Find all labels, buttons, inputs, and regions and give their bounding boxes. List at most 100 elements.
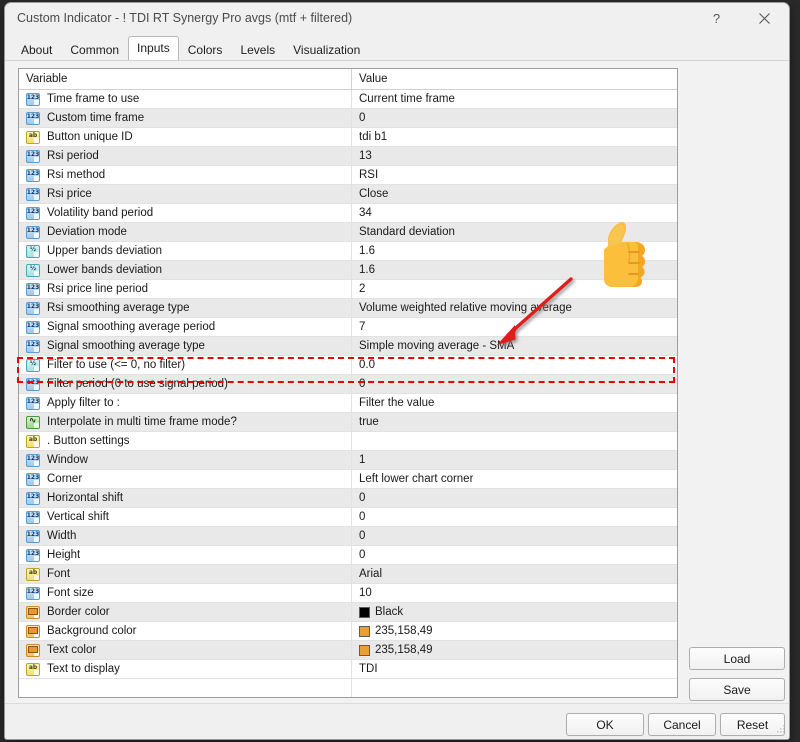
table-row[interactable]: 123 Corner Left lower chart corner: [19, 470, 677, 489]
variable-cell[interactable]: ½ Upper bands deviation: [19, 242, 352, 260]
variable-cell[interactable]: 123 Deviation mode: [19, 223, 352, 241]
value-cell[interactable]: 0: [352, 109, 677, 127]
table-row[interactable]: 123 Window 1: [19, 451, 677, 470]
tab-colors[interactable]: Colors: [179, 39, 232, 61]
value-cell[interactable]: true: [352, 413, 677, 431]
table-row[interactable]: 123 Font size 10: [19, 584, 677, 603]
table-row[interactable]: 123 Custom time frame 0: [19, 109, 677, 128]
variable-cell[interactable]: 123 Filter period (0 to use signal period…: [19, 375, 352, 393]
value-cell[interactable]: [352, 432, 677, 450]
value-cell[interactable]: 7: [352, 318, 677, 336]
table-row[interactable]: Text color 235,158,49: [19, 641, 677, 660]
value-cell[interactable]: 0: [352, 508, 677, 526]
variable-cell[interactable]: 123 Signal smoothing average type: [19, 337, 352, 355]
value-cell[interactable]: 0: [352, 546, 677, 564]
variable-cell[interactable]: 123 Rsi price: [19, 185, 352, 203]
table-row[interactable]: 123 Deviation mode Standard deviation: [19, 223, 677, 242]
variable-cell[interactable]: ½ Lower bands deviation: [19, 261, 352, 279]
variable-cell[interactable]: 123 Time frame to use: [19, 90, 352, 108]
value-cell[interactable]: 34: [352, 204, 677, 222]
variable-cell[interactable]: ab Text to display: [19, 660, 352, 678]
table-row[interactable]: 123 Volatility band period 34: [19, 204, 677, 223]
variable-cell[interactable]: 123 Width: [19, 527, 352, 545]
value-cell[interactable]: Volume weighted relative moving average: [352, 299, 677, 317]
value-cell[interactable]: 13: [352, 147, 677, 165]
variable-cell[interactable]: 123 Apply filter to :: [19, 394, 352, 412]
value-cell[interactable]: 1.6: [352, 242, 677, 260]
tab-about[interactable]: About: [12, 39, 61, 61]
value-cell[interactable]: 1.6: [352, 261, 677, 279]
table-row[interactable]: 123 Height 0: [19, 546, 677, 565]
inputs-grid[interactable]: Variable Value 123 Time frame to use Current…: [18, 68, 678, 698]
value-cell[interactable]: Arial: [352, 565, 677, 583]
cancel-button[interactable]: Cancel: [648, 713, 716, 736]
save-button[interactable]: Save: [689, 678, 785, 701]
variable-cell[interactable]: 123 Rsi period: [19, 147, 352, 165]
value-cell[interactable]: RSI: [352, 166, 677, 184]
table-row[interactable]: Background color 235,158,49: [19, 622, 677, 641]
variable-cell[interactable]: ab Button unique ID: [19, 128, 352, 146]
value-cell[interactable]: 1: [352, 451, 677, 469]
close-button[interactable]: [742, 3, 787, 34]
variable-cell[interactable]: 123 Volatility band period: [19, 204, 352, 222]
table-row[interactable]: 123 Width 0: [19, 527, 677, 546]
value-cell[interactable]: Close: [352, 185, 677, 203]
variable-cell[interactable]: 123 Vertical shift: [19, 508, 352, 526]
tab-inputs[interactable]: Inputs: [128, 36, 179, 60]
value-cell[interactable]: TDI: [352, 660, 677, 678]
value-cell[interactable]: 2: [352, 280, 677, 298]
tab-levels[interactable]: Levels: [231, 39, 284, 61]
table-row[interactable]: 123 Signal smoothing average type Simple m…: [19, 337, 677, 356]
variable-cell[interactable]: 123 Rsi smoothing average type: [19, 299, 352, 317]
variable-cell[interactable]: Border color: [19, 603, 352, 621]
value-cell[interactable]: 0: [352, 489, 677, 507]
table-row[interactable]: ∿ Interpolate in multi time frame mode? tr…: [19, 413, 677, 432]
variable-cell[interactable]: 123 Signal smoothing average period: [19, 318, 352, 336]
table-row[interactable]: ½ Filter to use (<= 0, no filter) 0.0: [19, 356, 677, 375]
tab-visualization[interactable]: Visualization: [284, 39, 369, 61]
table-row[interactable]: 123 Rsi method RSI: [19, 166, 677, 185]
value-cell[interactable]: Current time frame: [352, 90, 677, 108]
help-button[interactable]: ?: [694, 3, 739, 34]
table-row[interactable]: ½ Upper bands deviation 1.6: [19, 242, 677, 261]
value-cell[interactable]: 235,158,49: [352, 622, 677, 640]
load-button[interactable]: Load: [689, 647, 785, 670]
value-cell[interactable]: 0: [352, 375, 677, 393]
variable-cell[interactable]: 123 Window: [19, 451, 352, 469]
table-row[interactable]: 123 Rsi period 13: [19, 147, 677, 166]
table-row[interactable]: Border color Black: [19, 603, 677, 622]
table-row[interactable]: ab Font Arial: [19, 565, 677, 584]
value-cell[interactable]: 0: [352, 527, 677, 545]
table-row[interactable]: 123 Apply filter to : Filter the value: [19, 394, 677, 413]
table-row[interactable]: ab Text to display TDI: [19, 660, 677, 679]
variable-cell[interactable]: ∿ Interpolate in multi time frame mode?: [19, 413, 352, 431]
variable-cell[interactable]: 123 Rsi method: [19, 166, 352, 184]
variable-cell[interactable]: Text color: [19, 641, 352, 659]
table-row[interactable]: 123 Rsi smoothing average type Volume weig…: [19, 299, 677, 318]
table-row[interactable]: 123 Rsi price line period 2: [19, 280, 677, 299]
variable-cell[interactable]: ab . Button settings: [19, 432, 352, 450]
table-row[interactable]: 123 Filter period (0 to use signal period…: [19, 375, 677, 394]
variable-cell[interactable]: 123 Rsi price line period: [19, 280, 352, 298]
value-cell[interactable]: Simple moving average - SMA: [352, 337, 677, 355]
value-cell[interactable]: 0.0: [352, 356, 677, 374]
table-row[interactable]: 123 Signal smoothing average period 7: [19, 318, 677, 337]
ok-button[interactable]: OK: [566, 713, 644, 736]
table-row[interactable]: 123 Horizontal shift 0: [19, 489, 677, 508]
variable-cell[interactable]: ab Font: [19, 565, 352, 583]
table-row[interactable]: 123 Vertical shift 0: [19, 508, 677, 527]
resize-grip-icon[interactable]: [774, 724, 786, 736]
variable-cell[interactable]: 123 Font size: [19, 584, 352, 602]
table-row[interactable]: ab . Button settings: [19, 432, 677, 451]
value-cell[interactable]: Left lower chart corner: [352, 470, 677, 488]
value-cell[interactable]: Standard deviation: [352, 223, 677, 241]
value-cell[interactable]: Black: [352, 603, 677, 621]
table-row[interactable]: ½ Lower bands deviation 1.6: [19, 261, 677, 280]
variable-cell[interactable]: 123 Custom time frame: [19, 109, 352, 127]
variable-cell[interactable]: 123 Height: [19, 546, 352, 564]
value-cell[interactable]: 10: [352, 584, 677, 602]
value-cell[interactable]: 235,158,49: [352, 641, 677, 659]
value-cell[interactable]: Filter the value: [352, 394, 677, 412]
variable-cell[interactable]: Background color: [19, 622, 352, 640]
table-row[interactable]: ab Button unique ID tdi b1: [19, 128, 677, 147]
